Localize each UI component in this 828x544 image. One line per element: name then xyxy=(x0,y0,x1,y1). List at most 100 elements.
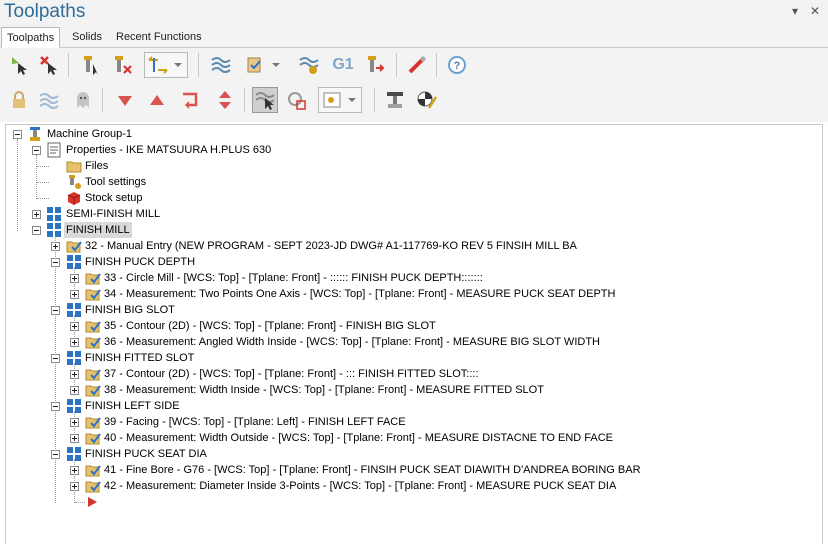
hide-ghost-icon[interactable] xyxy=(70,87,96,113)
toolpath-group-icon xyxy=(66,398,82,414)
tree-connector xyxy=(36,155,37,199)
operation-40-label[interactable]: 40 - Measurement: Width Outside - [WCS: … xyxy=(104,430,613,446)
select-chain-icon[interactable] xyxy=(284,87,310,113)
operation-33-label[interactable]: 33 - Circle Mill - [WCS: Top] - [Tplane:… xyxy=(104,270,483,286)
move-insert-up-icon[interactable] xyxy=(144,87,170,113)
insert-after-icon[interactable] xyxy=(178,87,204,113)
operation-folder-icon xyxy=(85,430,101,446)
move-insert-down-icon[interactable] xyxy=(112,87,138,113)
group-finish-puck-depth-label[interactable]: FINISH PUCK DEPTH xyxy=(85,254,195,270)
collapse-toggle[interactable] xyxy=(51,354,60,363)
display-options-dropdown[interactable] xyxy=(318,87,362,113)
collapse-toggle[interactable] xyxy=(32,146,41,155)
high-feed-machining-icon[interactable] xyxy=(362,52,388,78)
semi-finish-group-label[interactable]: SEMI-FINISH MILL xyxy=(66,206,160,222)
deselect-all-icon[interactable] xyxy=(36,52,62,78)
tree-connector xyxy=(37,198,49,199)
expand-toggle[interactable] xyxy=(70,466,79,475)
toolpath-group-icon xyxy=(46,206,62,222)
toggle-posting-icon[interactable] xyxy=(36,87,62,113)
properties-label[interactable]: Properties - IKE MATSUURA H.PLUS 630 xyxy=(66,142,271,158)
regenerate-selected-icon[interactable] xyxy=(78,52,104,78)
expand-toggle[interactable] xyxy=(70,418,79,427)
delete-nci-icon[interactable] xyxy=(404,52,430,78)
operation-37-label[interactable]: 37 - Contour (2D) - [WCS: Top] - [Tplane… xyxy=(104,366,479,382)
verify-dropdown-arrow-icon[interactable] xyxy=(268,52,284,78)
toolbar-separator xyxy=(436,53,437,77)
expand-toggle[interactable] xyxy=(70,338,79,347)
collapse-toggle[interactable] xyxy=(32,226,41,235)
close-icon[interactable]: ✕ xyxy=(808,4,822,18)
help-icon[interactable]: ? xyxy=(444,52,470,78)
regenerate-dirty-icon[interactable] xyxy=(110,52,136,78)
toggle-display-dropdown[interactable] xyxy=(144,52,188,78)
folder-icon xyxy=(66,158,82,174)
tree-connector xyxy=(17,139,18,231)
group-finish-big-slot-label[interactable]: FINISH BIG SLOT xyxy=(85,302,175,318)
collapse-toggle[interactable] xyxy=(51,258,60,267)
operation-34-label[interactable]: 34 - Measurement: Two Points One Axis - … xyxy=(104,286,615,302)
machine-group-icon xyxy=(27,126,43,142)
tab-solids[interactable]: Solids xyxy=(67,27,107,47)
collapse-toggle[interactable] xyxy=(13,130,22,139)
operation-35-label[interactable]: 35 - Contour (2D) - [WCS: Top] - [Tplane… xyxy=(104,318,436,334)
expand-toggle[interactable] xyxy=(70,370,79,379)
expand-toggle[interactable] xyxy=(70,482,79,491)
toolbar-separator xyxy=(374,88,375,112)
expand-toggle[interactable] xyxy=(70,434,79,443)
files-label[interactable]: Files xyxy=(85,158,108,174)
expand-toggle[interactable] xyxy=(70,386,79,395)
operation-folder-icon xyxy=(66,238,82,254)
select-operations-in-graphics-icon[interactable] xyxy=(252,87,278,113)
expand-toggle[interactable] xyxy=(70,322,79,331)
operation-folder-icon xyxy=(85,366,101,382)
select-all-operations-icon[interactable] xyxy=(6,52,32,78)
collapse-toggle[interactable] xyxy=(51,306,60,315)
group-finish-puck-seat-dia-label[interactable]: FINISH PUCK SEAT DIA xyxy=(85,446,207,462)
toolbar-separator xyxy=(102,88,103,112)
collapse-toggle[interactable] xyxy=(51,402,60,411)
operation-32-label[interactable]: 32 - Manual Entry (NEW PROGRAM - SEPT 20… xyxy=(85,238,577,254)
machine-simulation-icon[interactable] xyxy=(382,87,408,113)
operation-folder-icon xyxy=(85,478,101,494)
lock-icon[interactable] xyxy=(6,87,32,113)
operation-41-label[interactable]: 41 - Fine Bore - G76 - [WCS: Top] - [Tpl… xyxy=(104,462,641,478)
stock-setup-icon xyxy=(66,190,82,206)
collapse-toggle[interactable] xyxy=(51,450,60,459)
operation-38-label[interactable]: 38 - Measurement: Width Inside - [WCS: T… xyxy=(104,382,544,398)
insert-arrow-icon[interactable] xyxy=(85,494,101,510)
properties-icon xyxy=(46,142,62,158)
tab-recent-functions[interactable]: Recent Functions xyxy=(111,27,207,47)
group-finish-fitted-slot-label[interactable]: FINISH FITTED SLOT xyxy=(85,350,194,366)
tool-settings-label[interactable]: Tool settings xyxy=(85,174,146,190)
expand-toggle[interactable] xyxy=(70,290,79,299)
panel-title: Toolpaths xyxy=(4,1,86,22)
operation-36-label[interactable]: 36 - Measurement: Angled Width Inside - … xyxy=(104,334,600,350)
operation-folder-icon xyxy=(85,382,101,398)
finish-mill-group-label[interactable]: FINISH MILL xyxy=(64,222,132,238)
expand-toggle[interactable] xyxy=(70,274,79,283)
expand-toggle[interactable] xyxy=(51,242,60,251)
scroll-insert-arrow-icon[interactable] xyxy=(212,87,238,113)
expand-toggle[interactable] xyxy=(32,210,41,219)
machine-group-label[interactable]: Machine Group-1 xyxy=(47,126,132,142)
verify-selected-dropdown-icon[interactable] xyxy=(242,52,268,78)
toolpath-group-icon xyxy=(66,446,82,462)
stock-setup-label[interactable]: Stock setup xyxy=(85,190,142,206)
svg-text:?: ? xyxy=(454,60,461,72)
panel-titlebar: Toolpaths ▾ ✕ xyxy=(0,0,828,26)
toolbar-separator xyxy=(198,53,199,77)
toggle-toolpath-display-icon[interactable] xyxy=(208,52,234,78)
operation-39-label[interactable]: 39 - Facing - [WCS: Top] - [Tplane: Left… xyxy=(104,414,406,430)
group-finish-left-side-label[interactable]: FINISH LEFT SIDE xyxy=(85,398,180,414)
operation-42-label[interactable]: 42 - Measurement: Diameter Inside 3-Poin… xyxy=(104,478,616,494)
operation-folder-icon xyxy=(85,462,101,478)
tree-connector xyxy=(37,182,49,183)
tool-settings-icon xyxy=(66,174,82,190)
simulate-icon[interactable] xyxy=(296,52,322,78)
post-selected-icon[interactable]: G1 xyxy=(330,52,356,78)
tab-toolpaths[interactable]: Toolpaths xyxy=(1,27,61,48)
pin-dropdown-icon[interactable]: ▾ xyxy=(788,4,802,18)
g1-label: G1 xyxy=(332,56,354,73)
toolpath-editor-icon[interactable] xyxy=(414,87,440,113)
